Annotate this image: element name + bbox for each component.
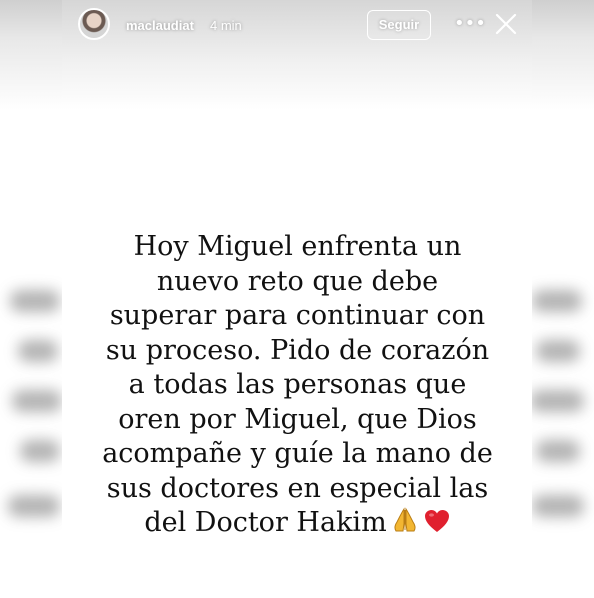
message-line: Hoy Miguel enfrenta un (133, 231, 462, 262)
message-last-line: del Doctor Hakim (70, 506, 525, 544)
message-line: su proceso. Pido de corazón (105, 334, 490, 366)
avatar[interactable] (78, 8, 110, 40)
message-line-text: del Doctor Hakim (144, 507, 387, 538)
more-horizontal-icon[interactable]: ••• (454, 14, 486, 34)
right-blur-edge (524, 40, 594, 580)
praying-hands-icon (391, 506, 419, 544)
username[interactable]: maclaudiat (126, 18, 194, 33)
timestamp: 4 min (210, 18, 242, 33)
close-icon[interactable] (494, 12, 518, 36)
message-line: oren por Miguel, que Dios (118, 403, 477, 435)
message-line: superar para continuar con (109, 300, 486, 331)
message-line: sus doctores en especial las (106, 472, 489, 504)
story-header: maclaudiat 4 min Seguir ••• (70, 4, 530, 44)
message-line: nuevo reto que debe (156, 265, 439, 297)
story-message: Hoy Miguel enfrenta un nuevo reto que de… (70, 230, 525, 544)
message-line: a todas las personas que (128, 369, 467, 400)
message-line: acompañe y guíe la mano de (102, 438, 493, 469)
follow-button[interactable]: Seguir (367, 10, 431, 40)
story-screen: maclaudiat 4 min Seguir ••• Hoy Miguel e… (0, 0, 594, 598)
red-heart-icon (423, 508, 451, 544)
left-blur-edge (0, 40, 70, 580)
